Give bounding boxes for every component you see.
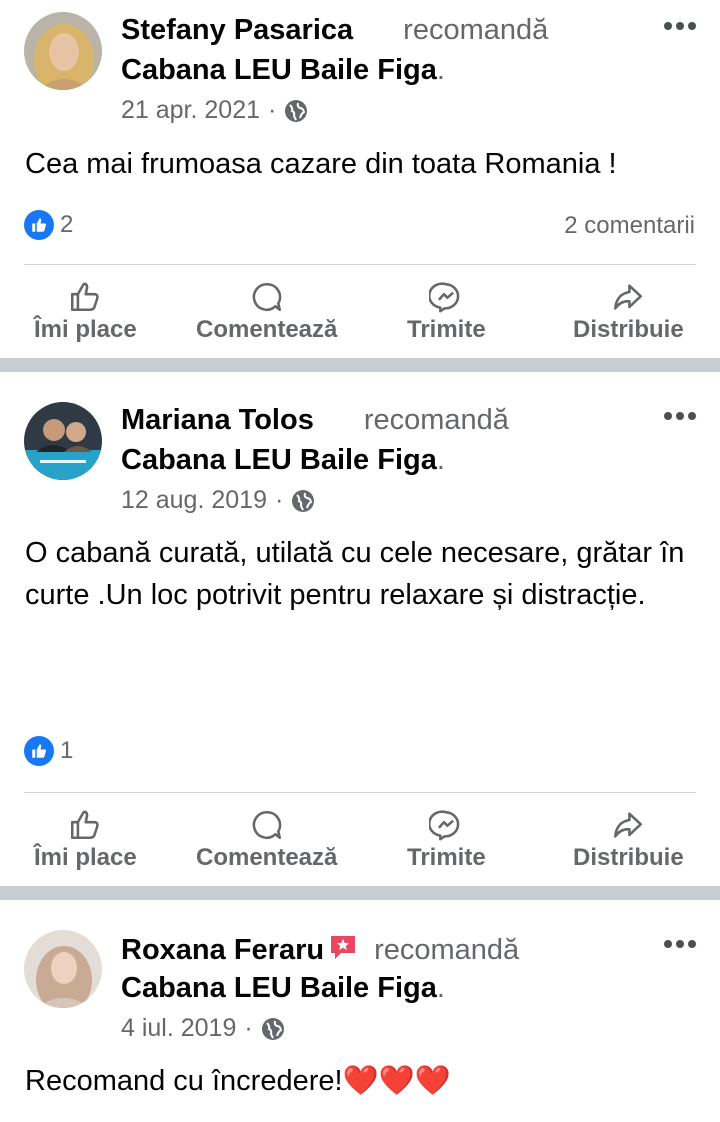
more-options-icon[interactable]: [664, 940, 696, 950]
comment-bubble-icon: [252, 810, 281, 840]
author-name[interactable]: Mariana Tolos: [121, 404, 314, 436]
comment-label: Comentează: [196, 316, 338, 343]
more-options-icon[interactable]: [664, 412, 696, 422]
likes-count: 1: [60, 737, 74, 764]
post-text: O cabană curată, utilată cu cele necesar…: [25, 537, 685, 611]
page-link[interactable]: Cabana LEU Baile Figa.: [121, 972, 445, 1005]
send-button[interactable]: Trimite: [407, 808, 486, 872]
meta-separator: ·: [244, 1014, 253, 1042]
share-label: Distribuie: [573, 316, 684, 343]
reactions-summary[interactable]: 1: [24, 736, 73, 766]
comment-bubble-icon: [252, 282, 281, 312]
post-date[interactable]: 12 aug. 2019: [121, 486, 267, 515]
send-button[interactable]: Trimite: [407, 280, 486, 344]
share-button[interactable]: Distribuie: [573, 280, 684, 344]
globe-icon: [261, 1017, 284, 1040]
like-label: Îmi place: [34, 844, 137, 871]
meta-separator: ·: [274, 486, 284, 514]
page-name[interactable]: Cabana LEU Baile Figa: [121, 444, 437, 476]
author-name[interactable]: Roxana Feraru: [121, 934, 324, 966]
page-dot: .: [436, 972, 445, 1004]
recommend-label: recomandă: [403, 14, 549, 46]
share-arrow-icon: [614, 284, 643, 310]
like-reaction-icon: [24, 736, 54, 766]
page-name[interactable]: Cabana LEU Baile Figa: [121, 972, 437, 1004]
action-bar: Îmi place Comentează Trimite Distribuie: [0, 280, 720, 360]
author-name[interactable]: Stefany Pasarica: [121, 14, 353, 46]
avatar[interactable]: [24, 402, 102, 480]
like-reaction-icon: [24, 210, 54, 240]
share-button[interactable]: Distribuie: [573, 808, 684, 872]
page-dot: .: [436, 54, 445, 86]
review-post: Roxana Feraru recomandă Cabana LEU Baile …: [0, 900, 720, 1122]
heart-emoji: ❤️❤️❤️: [342, 1065, 451, 1097]
thumbs-up-icon: [71, 282, 100, 312]
post-text: Cea mai frumoasa cazare din toata Romani…: [25, 148, 617, 180]
post-meta: 4 iul. 2019 ·: [121, 1014, 285, 1043]
post-meta: 12 aug. 2019 ·: [121, 486, 315, 515]
action-bar: Îmi place Comentează Trimite Distribuie: [0, 808, 720, 888]
thumbs-up-icon: [71, 810, 100, 840]
recommend-label: recomandă: [374, 934, 520, 966]
share-arrow-icon: [614, 812, 643, 838]
meta-separator: ·: [268, 96, 277, 124]
like-button[interactable]: Îmi place: [34, 808, 137, 872]
post-date[interactable]: 4 iul. 2019: [121, 1014, 236, 1043]
like-label: Îmi place: [34, 316, 137, 343]
messenger-icon: [429, 810, 460, 841]
page-link[interactable]: Cabana LEU Baile Figa.: [121, 54, 445, 87]
divider: [24, 264, 696, 265]
send-label: Trimite: [407, 844, 486, 871]
messenger-icon: [429, 282, 460, 313]
more-options-icon[interactable]: [664, 22, 696, 32]
globe-icon: [285, 99, 308, 122]
post-header: Roxana Feraru recomandă: [121, 932, 519, 967]
review-post: Stefany Pasarica recomandă Cabana LEU Bai…: [0, 0, 720, 358]
comment-button[interactable]: Comentează: [196, 808, 337, 872]
comment-label: Comentează: [196, 844, 338, 871]
recommend-label: recomandă: [363, 404, 509, 436]
comments-count[interactable]: 2 comentarii: [564, 212, 695, 240]
post-header: Mariana Tolos recomandă: [121, 404, 509, 437]
avatar[interactable]: [24, 12, 102, 90]
divider: [24, 792, 696, 793]
comment-button[interactable]: Comentează: [196, 280, 337, 344]
like-button[interactable]: Îmi place: [34, 280, 137, 344]
post-meta: 21 apr. 2021 ·: [121, 96, 308, 125]
share-label: Distribuie: [573, 844, 684, 871]
star-message-badge-icon: [331, 936, 356, 959]
post-text: Recomand cu încredere!❤️❤️❤️: [25, 1060, 700, 1102]
post-separator: [0, 886, 720, 900]
post-separator: [0, 358, 720, 372]
avatar[interactable]: [24, 930, 102, 1008]
send-label: Trimite: [407, 316, 486, 343]
reactions-summary[interactable]: 2: [24, 210, 73, 240]
page-link[interactable]: Cabana LEU Baile Figa.: [121, 444, 445, 477]
page-name[interactable]: Cabana LEU Baile Figa: [121, 54, 437, 86]
review-post: Mariana Tolos recomandă Cabana LEU Baile …: [0, 372, 720, 886]
post-text-body: Recomand cu încredere!: [25, 1065, 343, 1097]
post-header: Stefany Pasarica recomandă: [121, 14, 548, 47]
page-dot: .: [436, 444, 445, 476]
likes-count: 2: [60, 211, 74, 238]
post-date[interactable]: 21 apr. 2021: [121, 96, 260, 125]
globe-icon: [292, 489, 315, 512]
